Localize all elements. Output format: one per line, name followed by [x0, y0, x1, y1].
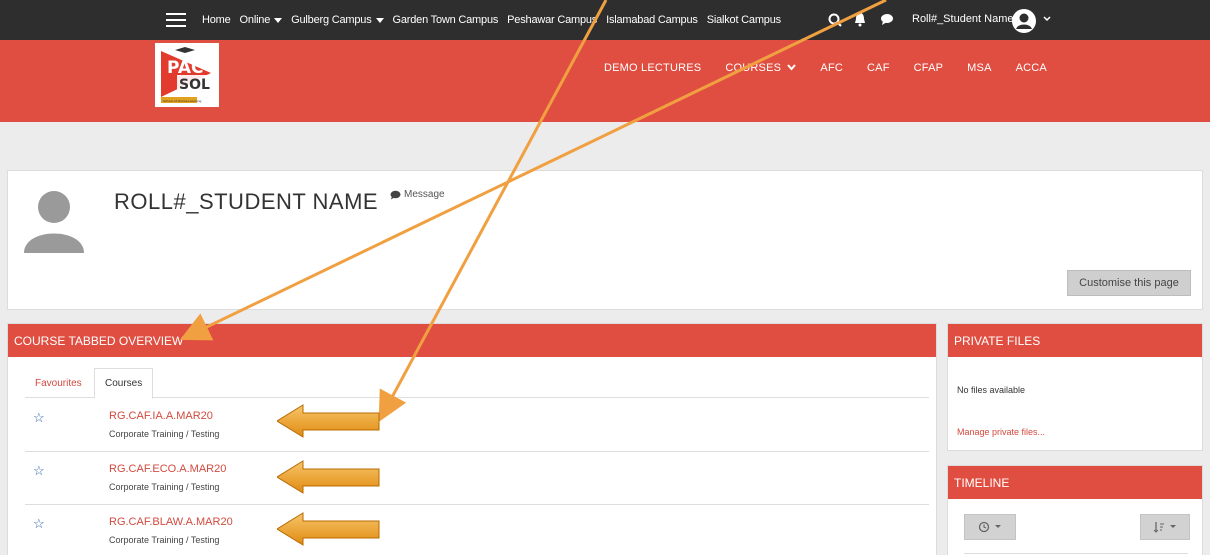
top-navbar: Home Online Gulberg Campus Garden Town C…: [0, 0, 1210, 40]
nav-cfap[interactable]: CFAP: [914, 62, 944, 74]
nav-msa[interactable]: MSA: [967, 62, 991, 74]
nav-afc[interactable]: AFC: [820, 62, 843, 74]
course-row: ☆ RG.CAF.IA.A.MAR20 Corporate Training /…: [25, 400, 929, 452]
star-icon[interactable]: ☆: [33, 463, 45, 479]
caret-down-icon: [995, 525, 1001, 528]
annotation-arrow: [277, 512, 380, 546]
chat-icon[interactable]: [880, 13, 894, 26]
timeline-filter-button[interactable]: [964, 514, 1016, 540]
private-files-title: PRIVATE FILES: [948, 324, 1202, 357]
course-row: ☆ RG.CAF.ECO.A.MAR20 Corporate Training …: [25, 453, 929, 505]
course-row: ☆ RG.CAF.BLAW.A.MAR20 Corporate Training…: [25, 506, 929, 555]
nav-peshawar[interactable]: Peshawar Campus: [507, 14, 597, 26]
caret-down-icon: [274, 17, 283, 23]
customise-page-button[interactable]: Customise this page: [1067, 270, 1191, 296]
star-icon[interactable]: ☆: [33, 516, 45, 532]
tab-favourites[interactable]: Favourites: [25, 368, 92, 398]
manage-private-files-link[interactable]: Manage private files...: [957, 427, 1045, 437]
caret-down-icon: [375, 17, 384, 23]
course-link[interactable]: RG.CAF.ECO.A.MAR20: [109, 463, 226, 475]
no-files-text: No files available: [957, 385, 1026, 395]
logo-text-sol: SOL: [179, 77, 210, 93]
course-tabs: Favourites Courses: [25, 368, 929, 399]
nav-sialkot[interactable]: Sialkot Campus: [707, 14, 781, 26]
search-icon[interactable]: [828, 13, 842, 27]
logo-tagline: School of Online Learning: [163, 99, 202, 103]
hamburger-menu-icon[interactable]: [166, 13, 186, 27]
course-category: Corporate Training / Testing: [109, 429, 220, 439]
user-avatar-icon[interactable]: [1012, 9, 1036, 33]
profile-avatar-icon: [24, 191, 84, 253]
message-link[interactable]: Message: [390, 189, 445, 200]
site-header: PAC SOL School of Online Learning DEMO L…: [0, 40, 1210, 122]
nav-islamabad[interactable]: Islamabad Campus: [606, 14, 698, 26]
user-menu-name[interactable]: Roll#_Student Name: [912, 13, 1014, 25]
course-category: Corporate Training / Testing: [109, 535, 220, 545]
nav-home[interactable]: Home: [202, 14, 231, 26]
nav-caf[interactable]: CAF: [867, 62, 890, 74]
nav-garden-town[interactable]: Garden Town Campus: [393, 14, 499, 26]
chevron-down-icon: [787, 64, 797, 71]
annotation-arrow: [277, 404, 380, 438]
course-link[interactable]: RG.CAF.BLAW.A.MAR20: [109, 516, 233, 528]
nav-online[interactable]: Online: [240, 14, 283, 26]
course-link[interactable]: RG.CAF.IA.A.MAR20: [109, 410, 213, 422]
pacsol-logo[interactable]: PAC SOL School of Online Learning: [155, 43, 219, 107]
course-overview-block: COURSE TABBED OVERVIEW Favourites Course…: [7, 323, 937, 555]
timeline-title: TIMELINE: [948, 466, 1202, 499]
caret-down-icon: [1170, 525, 1176, 528]
campus-nav: Home Online Gulberg Campus Garden Town C…: [202, 0, 790, 40]
bell-icon[interactable]: [854, 12, 866, 27]
chevron-down-icon[interactable]: [1043, 16, 1051, 22]
course-overview-title: COURSE TABBED OVERVIEW: [8, 324, 936, 357]
profile-header: ROLL#_STUDENT NAME Message Customise thi…: [7, 170, 1203, 310]
private-files-block: PRIVATE FILES No files available Manage …: [947, 323, 1203, 451]
nav-courses[interactable]: COURSES: [725, 62, 797, 74]
course-category: Corporate Training / Testing: [109, 482, 220, 492]
chat-bubble-icon: [390, 190, 401, 199]
annotation-arrow: [277, 460, 380, 494]
tab-courses[interactable]: Courses: [94, 368, 154, 399]
sort-icon: [1153, 522, 1164, 533]
clock-icon: [978, 521, 990, 533]
star-icon[interactable]: ☆: [33, 410, 45, 426]
nav-demo-lectures[interactable]: DEMO LECTURES: [604, 62, 701, 74]
divider: [964, 553, 1188, 554]
main-nav: DEMO LECTURES COURSES AFC CAF CFAP MSA A…: [604, 62, 1071, 74]
timeline-sort-button[interactable]: [1140, 514, 1190, 540]
timeline-block: TIMELINE: [947, 465, 1203, 555]
nav-gulberg[interactable]: Gulberg Campus: [291, 14, 384, 26]
profile-name: ROLL#_STUDENT NAME: [114, 189, 379, 214]
nav-acca[interactable]: ACCA: [1016, 62, 1047, 74]
